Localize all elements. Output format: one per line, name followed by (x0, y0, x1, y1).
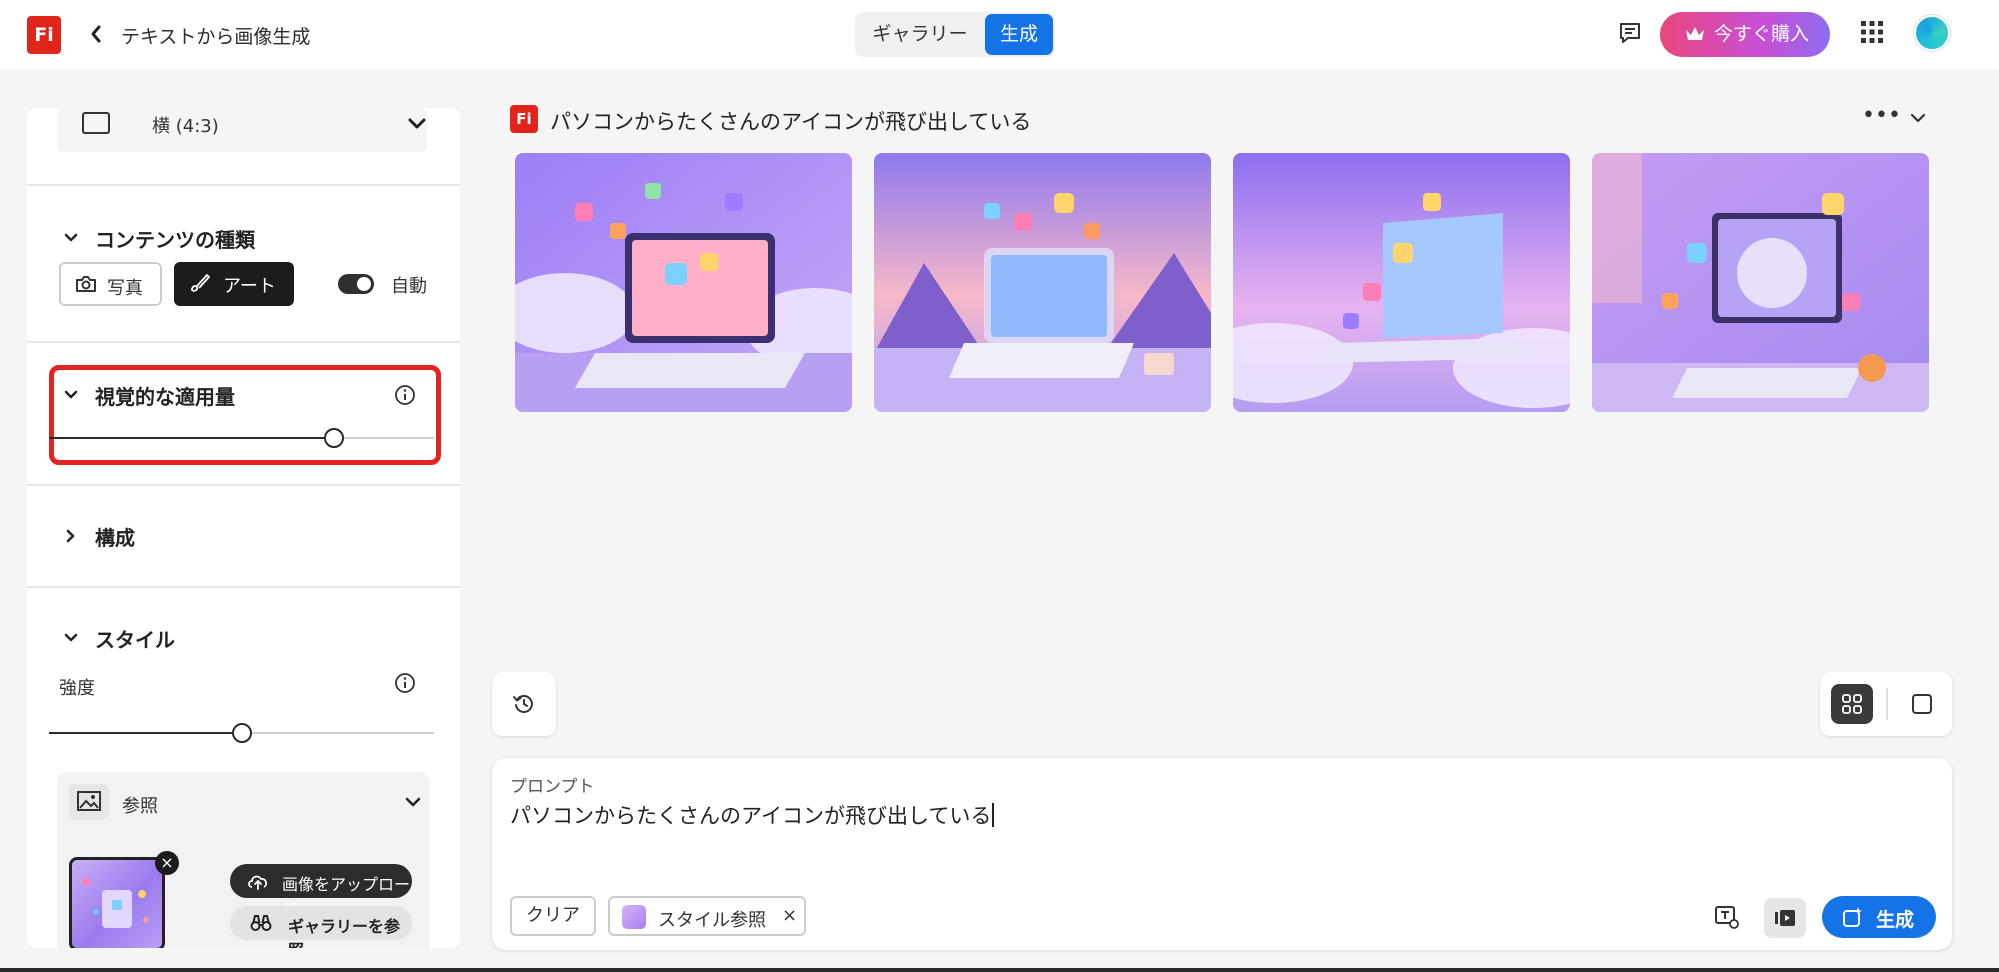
grid-view-button[interactable] (1831, 684, 1873, 724)
history-icon (513, 695, 533, 713)
divider (27, 586, 460, 588)
reference-image-thumbnail[interactable] (69, 857, 165, 948)
art-label: アート (223, 276, 276, 297)
tab-generate[interactable]: 生成 (985, 14, 1053, 55)
photo-label: 写真 (107, 278, 143, 299)
more-horizontal-icon[interactable]: ••• (1862, 105, 1901, 127)
generated-image-3[interactable] (1233, 153, 1570, 412)
auto-label: 自動 (391, 276, 427, 297)
chevron-left-icon[interactable] (86, 21, 106, 47)
cloud-upload-icon (248, 875, 268, 890)
style-reference-swatch (622, 905, 646, 929)
prompt-label: プロンプト (510, 777, 595, 797)
remove-style-chip-button[interactable]: × (782, 905, 797, 926)
aspect-ratio-select[interactable]: 横 (4:3) (57, 108, 427, 152)
generated-image-2[interactable] (874, 153, 1211, 412)
slider-thumb[interactable] (323, 428, 344, 448)
auto-toggle[interactable] (338, 274, 374, 294)
slider-fill (49, 732, 232, 734)
result-prompt-title: パソコンからたくさんのアイコンが飛び出している (550, 110, 1032, 134)
strength-label: 強度 (59, 678, 95, 699)
reference-image-icon (69, 784, 109, 820)
chevron-down-icon[interactable] (404, 796, 422, 810)
tab-gallery[interactable]: ギャラリー (855, 12, 985, 57)
window-bottom-edge (0, 968, 1999, 972)
single-view-icon (1912, 694, 1932, 714)
photo-button[interactable]: 写真 (59, 262, 162, 306)
generate-icon (1843, 907, 1862, 927)
video-icon (1775, 910, 1795, 926)
art-button[interactable]: アート (174, 262, 294, 306)
visual-intensity-heading[interactable]: 視覚的な適用量 (95, 381, 235, 410)
slider-track (343, 437, 434, 439)
firefly-logo[interactable]: Fi (27, 16, 61, 54)
divider (1886, 688, 1888, 720)
style-reference-chip[interactable]: スタイル参照 × (608, 896, 806, 936)
chevron-down-icon[interactable] (1908, 110, 1928, 126)
view-toggle (1820, 672, 1952, 736)
prompt-panel: プロンプト パソコンからたくさんのアイコンが飛び出している クリア スタイル参照… (492, 758, 1952, 950)
browse-gallery-button[interactable]: ギャラリーを参照 (230, 906, 412, 948)
feedback-icon[interactable] (1617, 20, 1643, 46)
apps-grid-icon[interactable] (1860, 20, 1884, 44)
content-type-heading[interactable]: コンテンツの種類 (95, 224, 255, 253)
browse-gallery-label: ギャラリーを参照 (288, 917, 401, 948)
info-icon[interactable] (394, 384, 416, 406)
chevron-right-icon[interactable] (63, 528, 79, 544)
mode-toggle: ギャラリー 生成 (855, 12, 1055, 57)
divider (27, 484, 460, 486)
generate-button[interactable]: 生成 (1822, 896, 1936, 938)
info-icon[interactable] (394, 672, 416, 694)
chevron-down-icon[interactable] (63, 630, 79, 646)
prompt-text: パソコンからたくさんのアイコンが飛び出している (510, 804, 992, 828)
aspect-ratio-label: 横 (4:3) (152, 116, 219, 137)
divider (27, 341, 460, 343)
grid-view-icon (1842, 694, 1862, 714)
crown-icon (1686, 27, 1704, 40)
video-generate-button[interactable] (1764, 898, 1806, 938)
style-reference-card: 参照 × 画像をアップロード (57, 772, 429, 948)
camera-icon (76, 276, 96, 292)
buy-now-button[interactable]: 今すぐ購入 (1660, 12, 1830, 57)
brush-icon (191, 274, 210, 292)
text-caret (992, 803, 995, 827)
highlight-annotation (49, 365, 441, 465)
avatar[interactable] (1914, 15, 1950, 51)
upload-image-button[interactable]: 画像をアップロード (230, 864, 412, 918)
generated-image-1[interactable] (515, 153, 852, 412)
chevron-down-icon[interactable] (63, 230, 79, 246)
chevron-down-icon[interactable] (63, 387, 79, 403)
generate-label: 生成 (1876, 909, 1915, 931)
reference-label: 参照 (122, 796, 158, 817)
clear-button[interactable]: クリア (510, 896, 596, 936)
style-reference-label: スタイル参照 (658, 910, 766, 931)
style-heading[interactable]: スタイル (95, 624, 175, 653)
composition-heading[interactable]: 構成 (95, 522, 135, 551)
chevron-down-icon (408, 118, 426, 129)
slider-fill (49, 437, 324, 439)
prompt-input[interactable]: パソコンからたくさんのアイコンが飛び出している (510, 800, 995, 830)
top-bar: Fi テキストから画像生成 ギャラリー 生成 今すぐ購入 (0, 0, 1999, 70)
buy-now-label: 今すぐ購入 (1714, 23, 1810, 45)
firefly-logo-small: Fi (510, 105, 538, 133)
single-view-button[interactable] (1904, 686, 1940, 722)
page-title: テキストから画像生成 (121, 26, 311, 48)
generated-image-4[interactable] (1592, 153, 1929, 412)
remove-reference-button[interactable]: × (155, 851, 179, 875)
text-settings-icon[interactable] (1714, 904, 1740, 930)
history-button[interactable] (492, 672, 556, 736)
settings-panel: 横 (4:3) コンテンツの種類 写真 アート 自動 視覚的な適用量 構成 スタ… (27, 108, 460, 948)
slider-thumb[interactable] (231, 723, 252, 743)
slider-track (251, 732, 434, 734)
binoculars-icon (250, 915, 272, 931)
toggle-knob (357, 277, 371, 291)
divider (27, 184, 460, 186)
landscape-icon (82, 112, 110, 134)
